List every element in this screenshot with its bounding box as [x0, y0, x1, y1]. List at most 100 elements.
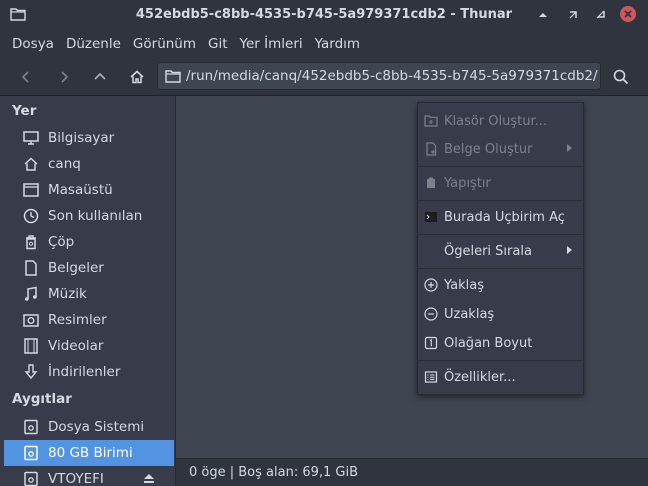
menu-edit[interactable]: Düzenle [60, 30, 127, 58]
menu-item-zoom-in[interactable]: Yaklaş [418, 272, 583, 298]
sidebar-item-trash[interactable]: Çöp [0, 229, 175, 255]
menu-file[interactable]: Dosya [6, 30, 60, 58]
trash-icon [26, 235, 36, 250]
search-icon[interactable] [611, 67, 631, 87]
forward-icon[interactable] [54, 67, 74, 87]
sidebar-item-label: Dosya Sistemi [48, 419, 145, 435]
menu-view[interactable]: Görünüm [127, 30, 202, 58]
sidebar-item-downloads[interactable]: İndirilenler [0, 359, 175, 385]
computer-icon [23, 131, 39, 145]
music-icon [25, 286, 37, 301]
menu-item-label: Uzaklaş [444, 306, 495, 322]
sidebar-item-label: Son kullanılan [48, 208, 143, 224]
properties-icon [424, 371, 438, 383]
videos-icon [24, 338, 38, 354]
status-text: 0 öge | Boş alan: 69,1 GiB [189, 465, 359, 480]
back-icon[interactable] [16, 67, 36, 87]
sidebar-item-home[interactable]: canq [0, 151, 175, 177]
sidebar-item-label: Masaüstü [48, 182, 113, 198]
sidebar-item-label: Resimler [48, 312, 107, 328]
sidebar-item-documents[interactable]: Belgeler [0, 255, 175, 281]
restore-icon[interactable] [594, 8, 608, 22]
sidebar-item-recent[interactable]: Son kullanılan [0, 203, 175, 229]
menu-item-zoom-out[interactable]: Uzaklaş [418, 301, 583, 327]
home-icon[interactable] [127, 67, 147, 87]
menu-item-label: Klasör Oluştur... [444, 113, 548, 129]
documents-icon [25, 260, 37, 276]
menu-item-label: Burada Uçbirim Aç [444, 209, 565, 225]
minimize-icon[interactable] [536, 8, 550, 22]
zoom-in-icon [424, 278, 438, 292]
drive-icon [24, 419, 38, 435]
new-folder-icon [424, 115, 438, 127]
sidebar-item-computer[interactable]: Bilgisayar [0, 125, 175, 151]
new-document-icon [426, 142, 437, 156]
drive-icon [24, 471, 38, 486]
menu-item-arrange-items[interactable]: Ögeleri Sırala [418, 238, 583, 264]
eject-icon[interactable] [142, 471, 156, 485]
menu-separator [418, 360, 583, 361]
sidebar-item-label: Çöp [48, 234, 75, 250]
menu-item-properties[interactable]: Özellikler... [418, 364, 583, 390]
menu-item-create-document[interactable]: Belge Oluştur [418, 136, 583, 162]
menu-item-label: Olağan Boyut [444, 335, 533, 351]
downloads-icon [24, 364, 38, 380]
up-icon[interactable] [90, 67, 110, 87]
close-button[interactable] [620, 6, 636, 22]
home-folder-icon [24, 157, 38, 171]
menu-go[interactable]: Git [202, 30, 234, 58]
menu-item-label: Yapıştır [444, 175, 491, 191]
zoom-out-icon [424, 307, 438, 321]
drive-icon [24, 445, 38, 461]
submenu-arrow-icon [567, 246, 572, 254]
menu-separator [418, 200, 583, 201]
menu-item-label: Ögeleri Sırala [444, 243, 532, 259]
menu-bar: Dosya Düzenle Görünüm Git Yer İmleri Yar… [0, 30, 648, 58]
pictures-icon [23, 314, 39, 327]
sidebar-item-label: 80 GB Birimi [48, 445, 133, 461]
sidebar-item-label: Belgeler [48, 260, 104, 276]
sidebar-item-desktop[interactable]: Masaüstü [0, 177, 175, 203]
menu-item-label: Yaklaş [444, 277, 484, 293]
sidebar-item-label: canq [48, 156, 81, 172]
menu-item-create-folder[interactable]: Klasör Oluştur... [418, 108, 583, 134]
sidebar-item-label: VTOYEFI [48, 471, 104, 486]
menu-help[interactable]: Yardım [309, 30, 366, 58]
places-header: Yer [12, 103, 37, 119]
maximize-icon[interactable] [566, 8, 580, 22]
recent-icon [23, 208, 39, 224]
sidebar: Yer Bilgisayar canq Masaüstü Son kullanı… [0, 96, 175, 486]
menu-item-label: Belge Oluştur [444, 141, 533, 157]
sidebar-item-filesystem[interactable]: Dosya Sistemi [0, 414, 175, 440]
desktop-icon [23, 183, 39, 197]
menu-separator [418, 166, 583, 167]
paste-icon [427, 177, 435, 188]
sidebar-item-vtoyefi[interactable]: VTOYEFI [0, 466, 175, 486]
context-menu: Klasör Oluştur... Belge Oluştur Yapıştır… [417, 102, 584, 395]
location-path[interactable]: /run/media/canq/452ebdb5-c8bb-4535-b745-… [186, 68, 598, 84]
sidebar-item-label: Videolar [48, 338, 104, 354]
status-bar: 0 öge | Boş alan: 69,1 GiB [176, 458, 648, 486]
menu-bookmarks[interactable]: Yer İmleri [234, 30, 309, 58]
menu-item-label: Özellikler... [444, 369, 516, 385]
menu-separator [418, 268, 583, 269]
title-bar[interactable]: 452ebdb5-c8bb-4535-b745-5a979371cdb2 - T… [0, 0, 648, 30]
folder-icon [165, 70, 181, 83]
sidebar-item-80gb-volume[interactable]: 80 GB Birimi [4, 440, 174, 466]
sidebar-item-label: Bilgisayar [48, 130, 115, 146]
sidebar-item-label: İndirilenler [48, 364, 121, 380]
sidebar-item-videos[interactable]: Videolar [0, 333, 175, 359]
menu-separator [418, 234, 583, 235]
devices-header: Aygıtlar [12, 391, 72, 407]
close-icon [624, 10, 632, 18]
sidebar-item-music[interactable]: Müzik [0, 281, 175, 307]
menu-item-normal-size[interactable]: Olağan Boyut [418, 330, 583, 356]
terminal-icon [425, 212, 437, 222]
submenu-arrow-icon [567, 144, 572, 152]
sidebar-item-pictures[interactable]: Resimler [0, 307, 175, 333]
location-bar[interactable]: /run/media/canq/452ebdb5-c8bb-4535-b745-… [157, 62, 601, 90]
window-title: 452ebdb5-c8bb-4535-b745-5a979371cdb2 - T… [135, 7, 513, 22]
menu-item-paste[interactable]: Yapıştır [418, 170, 583, 196]
menu-item-open-terminal[interactable]: Burada Uçbirim Aç [418, 204, 583, 230]
toolbar: /run/media/canq/452ebdb5-c8bb-4535-b745-… [0, 58, 648, 96]
